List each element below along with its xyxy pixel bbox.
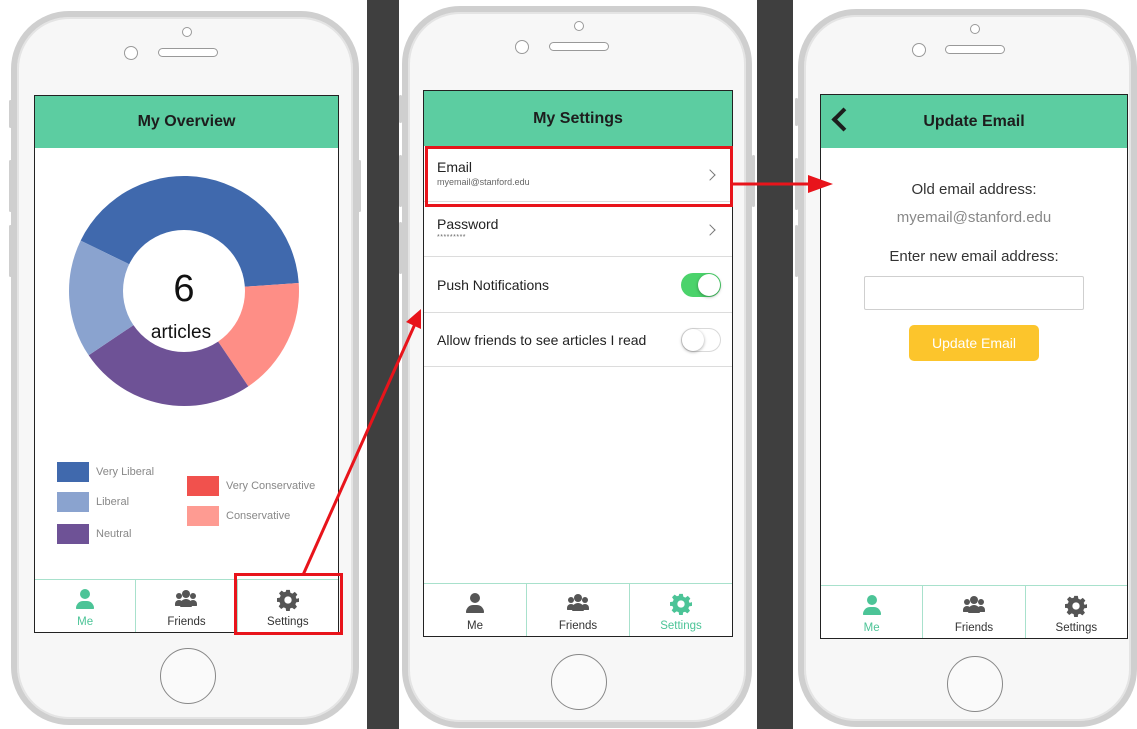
- donut-count: 6: [173, 268, 194, 310]
- new-email-label: Enter new email address:: [889, 248, 1059, 265]
- donut-label: articles: [151, 322, 211, 343]
- back-chevron-icon[interactable]: [831, 107, 856, 132]
- tab-settings-label: Settings: [660, 620, 702, 632]
- legend-label: Liberal: [96, 496, 130, 508]
- old-email-value: myemail@stanford.edu: [896, 209, 1052, 226]
- phone-side-button: [9, 225, 12, 277]
- password-row-value: *********: [437, 234, 467, 241]
- new-email-input[interactable]: [864, 276, 1084, 310]
- friends-icon: [962, 595, 985, 617]
- tab-me[interactable]: Me: [821, 586, 922, 638]
- camera-dot: [182, 27, 192, 37]
- tab-me-label: Me: [863, 622, 880, 634]
- background-gap: [367, 0, 399, 729]
- legend-swatch: [187, 506, 219, 526]
- speaker: [945, 45, 1005, 54]
- toggle-knob: [698, 274, 720, 296]
- allow-friends-label: Allow friends to see articles I read: [437, 332, 647, 348]
- legend-swatch: [57, 492, 89, 512]
- screen-update-email: Update Email Old email address: myemail@…: [820, 94, 1128, 639]
- phone-side-button: [399, 95, 402, 123]
- push-notifications-label: Push Notifications: [437, 277, 550, 293]
- legend-label: Very Conservative: [226, 480, 316, 492]
- tab-me-label: Me: [467, 620, 483, 632]
- push-notifications-row: Push Notifications: [424, 257, 732, 313]
- friends-icon: [175, 589, 198, 611]
- tab-settings[interactable]: Settings: [629, 584, 732, 636]
- phone-side-button: [795, 225, 798, 277]
- password-row-label: Password: [437, 216, 499, 232]
- phone-side-button: [752, 155, 755, 207]
- gear-icon: [670, 593, 692, 615]
- home-button[interactable]: [551, 654, 607, 710]
- phone-side-button: [9, 160, 12, 212]
- page-title-text: Update Email: [923, 112, 1025, 130]
- tab-friends[interactable]: Friends: [526, 584, 629, 636]
- tab-friends-label: Friends: [954, 622, 994, 634]
- update-email-button[interactable]: Update Email: [909, 325, 1039, 361]
- legend-liberal: Liberal: [57, 492, 129, 512]
- person-icon: [464, 593, 486, 615]
- gear-icon: [1065, 595, 1088, 617]
- legend-label: Very Liberal: [96, 466, 155, 478]
- legend-label: Neutral: [96, 528, 132, 540]
- legend-label: Conservative: [226, 510, 291, 522]
- allow-friends-toggle[interactable]: [681, 328, 721, 352]
- phone-side-button: [358, 160, 361, 212]
- background-gap: [757, 0, 793, 729]
- speaker: [158, 48, 218, 57]
- highlight-email-row: [425, 146, 733, 207]
- allow-friends-row: Allow friends to see articles I read: [424, 313, 732, 367]
- tab-bar: Me Friends Settings: [424, 583, 732, 636]
- phone-side-button: [399, 155, 402, 207]
- tab-me[interactable]: Me: [35, 580, 135, 632]
- legend-swatch: [57, 462, 89, 482]
- phone-side-button: [795, 98, 798, 126]
- legend-very-conservative: Very Conservative: [187, 476, 315, 496]
- tab-me[interactable]: Me: [424, 584, 526, 636]
- push-notifications-toggle[interactable]: [681, 273, 721, 297]
- legend-swatch: [57, 524, 89, 544]
- tab-friends[interactable]: Friends: [135, 580, 236, 632]
- phone-side-button: [795, 158, 798, 210]
- home-button[interactable]: [947, 656, 1003, 712]
- legend-very-liberal: Very Liberal: [57, 462, 154, 482]
- home-button[interactable]: [160, 648, 216, 704]
- toggle-knob: [682, 329, 704, 351]
- tab-friends[interactable]: Friends: [922, 586, 1024, 638]
- old-email-label: Old email address:: [911, 181, 1037, 198]
- page-title: Update Email: [821, 95, 1127, 148]
- highlight-settings-tab: [234, 573, 343, 635]
- phone-side-button: [9, 100, 12, 128]
- legend-neutral: Neutral: [57, 524, 131, 544]
- tab-friends-label: Friends: [558, 620, 598, 632]
- camera-dot: [574, 21, 584, 31]
- password-row[interactable]: Password *********: [424, 202, 732, 257]
- tab-friends-label: Friends: [167, 616, 206, 628]
- legend-swatch: [187, 476, 219, 496]
- person-icon: [74, 589, 96, 611]
- camera-lens: [912, 43, 926, 57]
- tab-settings[interactable]: Settings: [1024, 586, 1127, 638]
- phone-side-button: [399, 222, 402, 274]
- friends-icon: [567, 593, 589, 615]
- camera-dot: [970, 24, 980, 34]
- speaker: [549, 42, 609, 51]
- tab-me-label: Me: [77, 616, 94, 628]
- camera-lens: [515, 40, 529, 54]
- person-icon: [861, 595, 883, 617]
- tab-settings-label: Settings: [1055, 622, 1098, 634]
- legend-conservative: Conservative: [187, 506, 290, 526]
- page-title: My Settings: [424, 91, 732, 146]
- tab-bar: Me Friends Settings: [821, 585, 1127, 638]
- camera-lens: [124, 46, 138, 60]
- screen-overview: My Overview 6 articles Very Liberal Libe…: [34, 95, 339, 633]
